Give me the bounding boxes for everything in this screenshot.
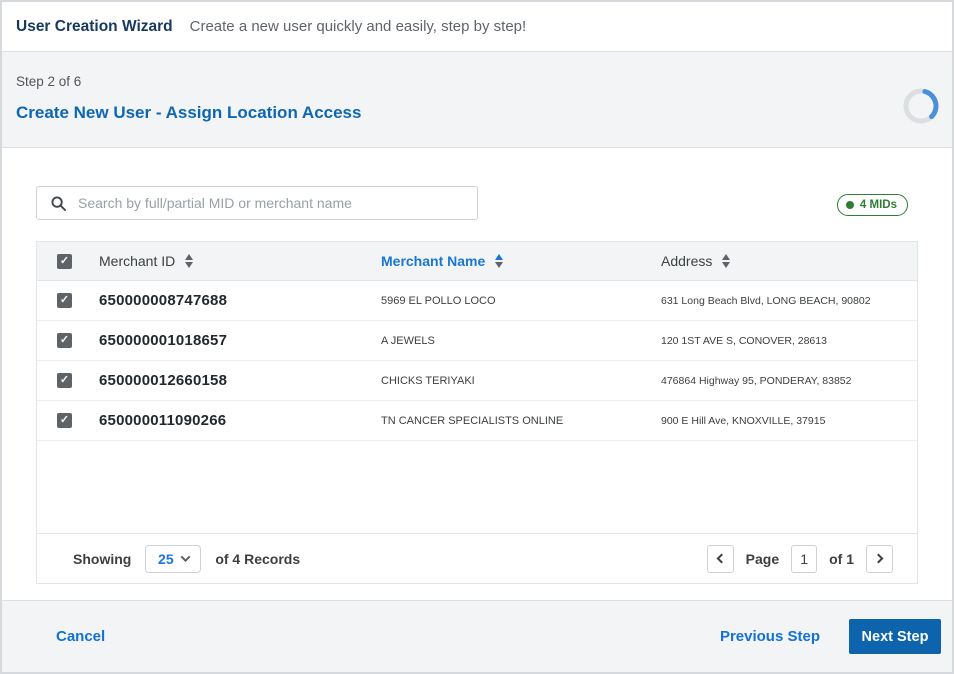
progress-spinner-icon [903, 88, 939, 124]
column-header-address[interactable]: Address [661, 253, 917, 269]
page-title: Create New User - Assign Location Access [16, 103, 362, 122]
page-label: Page [745, 550, 780, 567]
table-empty-space [37, 441, 917, 533]
step-bar: Step 2 of 6 Create New User - Assign Loc… [2, 52, 952, 148]
badge-dot-icon [845, 201, 854, 209]
footer-actions: Previous Step Next Step [720, 619, 941, 654]
user-creation-wizard-window: User Creation Wizard Create a new user q… [0, 0, 954, 674]
records-label: of 4 Records [215, 550, 301, 567]
row-checkbox[interactable]: ✓ [57, 293, 72, 308]
next-step-button[interactable]: Next Step [849, 619, 941, 654]
mid-count-badge: 4 MIDs [836, 194, 908, 216]
showing-label: Showing [73, 550, 132, 567]
merchant-id: 650000012660158 [99, 372, 228, 389]
merchant-address: 900 E Hill Ave, KNOXVILLE, 37915 [661, 414, 826, 427]
merchant-table: ✓ Merchant ID Merchant Name Address ✓ 65… [36, 241, 918, 584]
column-header-merchant-id[interactable]: Merchant ID [99, 253, 381, 269]
page-number-input[interactable] [791, 544, 818, 573]
table-row: ✓ 650000011090266 TN CANCER SPECIALISTS … [37, 401, 917, 441]
search-input[interactable] [78, 195, 467, 211]
previous-page-button[interactable] [706, 544, 734, 573]
sort-icon[interactable] [722, 254, 731, 268]
merchant-address: 631 Long Beach Blvd, LONG BEACH, 90802 [661, 294, 871, 307]
merchant-address: 120 1ST AVE S, CONOVER, 28613 [661, 334, 827, 347]
merchant-id: 650000008747688 [99, 292, 228, 309]
step-label: Step 2 of 6 [16, 74, 82, 89]
row-checkbox[interactable]: ✓ [57, 373, 72, 388]
pagination-bar: Showing 25 of 4 Records Page of 1 [37, 533, 917, 583]
previous-step-button[interactable]: Previous Step [720, 628, 820, 645]
sort-icon[interactable] [185, 254, 194, 268]
table-header-row: ✓ Merchant ID Merchant Name Address [37, 242, 917, 281]
chevron-right-icon [873, 553, 883, 564]
page-size-select[interactable]: 25 [145, 544, 202, 573]
page-of-label: of 1 [829, 550, 854, 567]
chevron-down-icon [180, 552, 191, 563]
app-title: User Creation Wizard [16, 17, 173, 35]
app-subtitle: Create a new user quickly and easily, st… [189, 18, 527, 35]
table-row: ✓ 650000001018657 A JEWELS 120 1ST AVE S… [37, 321, 917, 361]
row-checkbox[interactable]: ✓ [57, 333, 72, 348]
merchant-name: 5969 EL POLLO LOCO [381, 294, 496, 307]
cancel-button[interactable]: Cancel [56, 628, 105, 645]
badge-label: 4 MIDs [859, 199, 897, 211]
merchant-search-box[interactable] [36, 186, 478, 220]
table-row: ✓ 650000012660158 CHICKS TERIYAKI 476864… [37, 361, 917, 401]
sort-asc-icon[interactable] [495, 254, 504, 268]
search-icon [51, 195, 66, 211]
merchant-id: 650000011090266 [99, 412, 227, 429]
merchant-id: 650000001018657 [99, 332, 228, 349]
page-nav-controls: Page of 1 [706, 544, 893, 573]
chevron-left-icon [716, 553, 727, 564]
wizard-footer: Cancel Previous Step Next Step [2, 600, 952, 672]
page-size-value: 25 [158, 550, 174, 567]
select-all-checkbox[interactable]: ✓ [57, 253, 72, 269]
main-content: 4 MIDs ✓ Merchant ID Merchant Name [2, 148, 952, 600]
next-page-button[interactable] [866, 544, 893, 573]
merchant-address: 476864 Highway 95, PONDERAY, 83852 [661, 374, 852, 387]
header-checkbox-cell: ✓ [37, 253, 99, 269]
column-header-merchant-name[interactable]: Merchant Name [381, 253, 661, 269]
table-row: ✓ 650000008747688 5969 EL POLLO LOCO 631… [37, 281, 917, 321]
app-header: User Creation Wizard Create a new user q… [2, 2, 952, 52]
merchant-name: A JEWELS [381, 334, 435, 347]
toolbar: 4 MIDs [36, 186, 918, 220]
row-checkbox[interactable]: ✓ [57, 413, 72, 428]
merchant-name: CHICKS TERIYAKI [381, 374, 475, 387]
merchant-name: TN CANCER SPECIALISTS ONLINE [381, 414, 564, 427]
page-size-controls: Showing 25 of 4 Records [73, 544, 301, 573]
